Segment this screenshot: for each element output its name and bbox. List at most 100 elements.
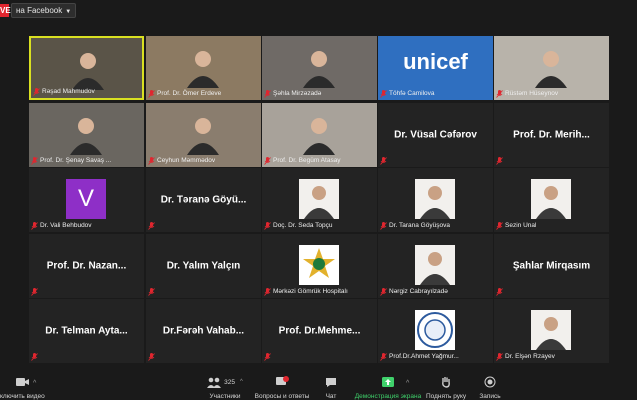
participant-tile[interactable]: Mərkəzi Gömrük Hospitalı — [262, 234, 377, 298]
participant-tile[interactable]: Prof. Dr. Merih... — [494, 103, 609, 167]
participant-name: Şəhla Mirzəzadə — [273, 90, 322, 97]
participant-name-display: Dr. Telman Ayta... — [45, 325, 128, 337]
university-seal — [415, 310, 455, 350]
participant-name: Prof. Dr. Begüm Atasay — [273, 157, 341, 164]
mic-muted-icon — [380, 222, 387, 230]
participant-label: Mərkəzi Gömrük Hospitalı — [264, 287, 348, 297]
chat-button[interactable]: Чат — [318, 375, 344, 400]
participant-tile[interactable]: Nərgiz Cabrayılzadə — [378, 234, 493, 298]
participant-label — [31, 287, 40, 297]
avatar: V — [66, 179, 106, 219]
people-icon — [207, 377, 222, 388]
participant-label — [496, 287, 505, 297]
participant-name: Mərkəzi Gömrük Hospitalı — [273, 288, 348, 295]
participant-label — [264, 352, 273, 362]
participant-tile[interactable]: Prof.Dr.Ahmet Yağmur... — [378, 299, 493, 363]
participant-label: Dr. Vali Behbudov — [31, 221, 92, 231]
mic-muted-icon — [264, 288, 271, 296]
participant-tile[interactable]: unicef Töhfə Camilova — [378, 36, 493, 100]
participant-tile[interactable]: Sezin Unal — [494, 168, 609, 232]
mic-muted-icon — [148, 222, 155, 230]
participant-tile[interactable]: Prof. Dr. Nazan... — [29, 234, 144, 298]
share-screen-button[interactable]: Демонстрация экрана — [353, 375, 423, 400]
participant-tile[interactable]: Prof. Dr. Begüm Atasay — [262, 103, 377, 167]
participant-tile[interactable]: Prof. Dr. Ömer Erdeve — [146, 36, 261, 100]
participants-chevron[interactable]: ^ — [240, 379, 243, 385]
record-button[interactable]: Запись — [476, 375, 504, 400]
participants-button[interactable]: 325 ^ Участники — [196, 375, 254, 400]
share-screen-icon — [353, 375, 423, 389]
record-icon — [476, 375, 504, 389]
participant-label: Nərgiz Cabrayılzadə — [380, 287, 448, 297]
participant-tile[interactable]: Rüstəm Hüseynov — [494, 36, 609, 100]
participant-name-display: Prof. Dr.Mehme... — [278, 325, 361, 337]
participant-tile[interactable]: Dr. Tarana Göyüşova — [378, 168, 493, 232]
participant-label: Şəhla Mirzəzadə — [264, 89, 321, 99]
mic-muted-icon — [496, 288, 503, 296]
participant-name-display: Dr. Vüsal Cəfərov — [394, 129, 477, 141]
participant-photo — [415, 245, 455, 285]
participant-name: Prof. Dr. Ömer Erdeve — [157, 90, 222, 97]
participant-name: Ceyhun Məmmədov — [157, 157, 216, 164]
mic-muted-icon — [31, 222, 38, 230]
mic-muted-icon — [31, 157, 38, 165]
participant-label: Prof. Dr. Begüm Atasay — [264, 156, 341, 166]
participant-label — [148, 221, 157, 231]
participant-tile[interactable]: Şahlar Mirqasım — [494, 234, 609, 298]
participant-tile[interactable]: Dr. Elşən Rzayev — [494, 299, 609, 363]
stream-button-label: на Facebook — [16, 6, 63, 15]
raise-hand-button[interactable]: Поднять руку — [426, 375, 466, 400]
mic-muted-icon — [33, 88, 40, 96]
participant-tile[interactable]: Ceyhun Məmmədov — [146, 103, 261, 167]
participant-label: Dr. Elşən Rzayev — [496, 352, 555, 362]
participant-label — [148, 287, 157, 297]
mic-muted-icon — [148, 157, 155, 165]
participant-name: Töhfə Camilova — [389, 90, 435, 97]
participant-label — [496, 156, 505, 166]
mic-muted-icon — [380, 288, 387, 296]
mic-muted-icon — [148, 90, 155, 98]
participant-photo — [415, 179, 455, 219]
participant-tile[interactable]: Dr. Vüsal Cəfərov — [378, 103, 493, 167]
participant-video — [64, 111, 108, 160]
mic-muted-icon — [264, 157, 271, 165]
participant-tile[interactable]: Dr.Fərəh Vahab... — [146, 299, 261, 363]
participant-name-display: Prof. Dr. Merih... — [513, 129, 590, 141]
participant-video — [297, 111, 341, 160]
video-options-chevron[interactable]: ^ — [33, 380, 36, 387]
participant-name-display: Dr.Fərəh Vahab... — [162, 325, 245, 337]
mic-muted-icon — [380, 157, 387, 165]
participant-tile[interactable]: V Dr. Vali Behbudov — [29, 168, 144, 232]
participant-name: Dr. Vali Behbudov — [40, 222, 92, 229]
participant-video — [297, 44, 341, 93]
live-badge: VE — [0, 4, 11, 17]
participant-tile[interactable]: Dr. Telman Ayta... — [29, 299, 144, 363]
stop-video-button[interactable]: ключить видео — [0, 375, 45, 400]
participant-tile[interactable]: Rəşad Mahmudov — [29, 36, 144, 100]
participant-label: Prof. Dr. Şenay Savaş ... — [31, 156, 111, 166]
participant-name: Dr. Elşən Rzayev — [505, 353, 555, 360]
participant-tile[interactable]: Prof. Dr. Şenay Savaş ... — [29, 103, 144, 167]
participant-photo — [531, 310, 571, 350]
qa-button[interactable]: Вопросы и ответы — [254, 375, 310, 400]
participant-label: Rüstəm Hüseynov — [496, 89, 558, 99]
participant-tile[interactable]: Prof. Dr.Mehme... — [262, 299, 377, 363]
participant-tile[interactable]: Dr. Təranə Göyü... — [146, 168, 261, 232]
participant-tile[interactable]: Şəhla Mirzəzadə — [262, 36, 377, 100]
participant-name: Prof. Dr. Şenay Savaş ... — [40, 157, 112, 164]
participant-tile[interactable]: Doç. Dr. Seda Topçu — [262, 168, 377, 232]
top-bar: VE на Facebook ▼ — [0, 0, 637, 22]
participant-name-display: Prof. Dr. Nazan... — [46, 260, 127, 272]
participant-label: Sezin Unal — [496, 221, 536, 231]
mic-muted-icon — [148, 288, 155, 296]
meeting-toolbar: ключить видео ^ 325 ^ Участники Вопросы … — [0, 372, 637, 400]
participant-name: Doç. Dr. Seda Topçu — [273, 222, 333, 229]
camera-icon — [0, 375, 44, 389]
mic-muted-icon — [380, 353, 387, 361]
share-options-chevron[interactable]: ^ — [406, 380, 409, 387]
mic-muted-icon — [264, 222, 271, 230]
mic-muted-icon — [496, 90, 503, 98]
participant-tile[interactable]: Dr. Yalım Yalçın — [146, 234, 261, 298]
participant-name: Rəşad Mahmudov — [42, 88, 95, 95]
facebook-stream-button[interactable]: на Facebook ▼ — [11, 3, 77, 18]
